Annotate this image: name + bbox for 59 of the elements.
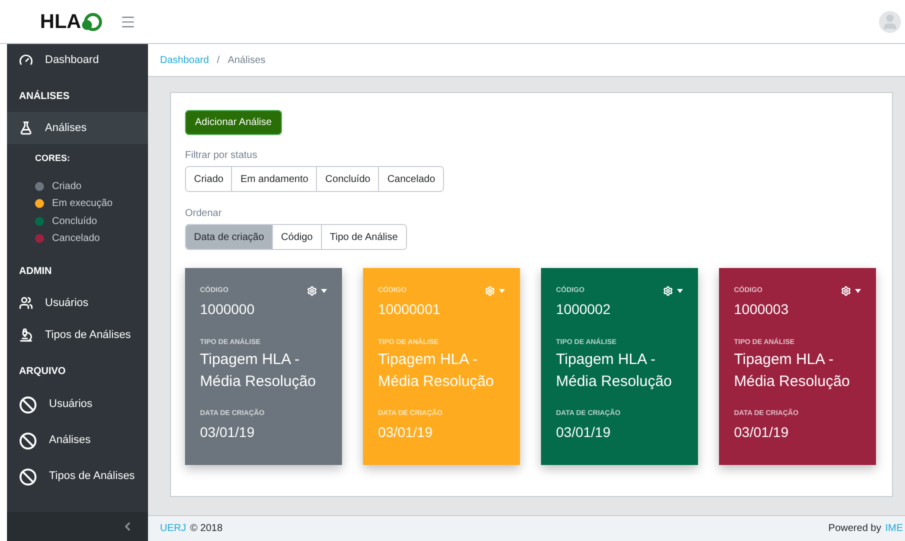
settings-icon <box>663 286 673 296</box>
add-analysis-button[interactable]: Adicionar Análise <box>185 110 282 135</box>
microscope-icon <box>19 328 33 342</box>
caret-icon <box>677 289 683 293</box>
settings-menu-button[interactable] <box>307 286 327 296</box>
breadcrumb-separator: / <box>216 54 220 68</box>
sidebar-item[interactable]: Tipos de Análises <box>7 458 148 494</box>
users-icon <box>19 296 33 310</box>
filter-label: Filtrar por status <box>185 149 258 163</box>
analysis-code: 1000003 <box>734 300 790 318</box>
section-heading: ARQUIVO <box>18 364 67 378</box>
toggle-button[interactable]: Cancelado <box>378 167 444 191</box>
settings-icon <box>841 286 851 296</box>
ban-icon <box>19 396 37 414</box>
section-heading: ADMIN <box>18 264 53 278</box>
section-heading: ANÁLISES <box>18 89 71 104</box>
logo-ring-icon <box>81 12 104 32</box>
flask-icon <box>19 120 33 135</box>
settings-icon <box>485 286 495 296</box>
creation-date: 03/01/19 <box>378 422 434 442</box>
legend-label: Concluído <box>52 214 98 229</box>
toggle-button[interactable]: Tipo de Análise <box>320 225 406 249</box>
menu-icon[interactable] <box>120 14 136 30</box>
sidebar-item[interactable]: Análises <box>7 422 148 458</box>
ban-icon <box>19 468 37 486</box>
avatar-icon[interactable] <box>879 10 901 32</box>
legend-label: Em execução <box>52 197 113 212</box>
powered-by-text: Powered by <box>828 522 882 536</box>
toggle-button[interactable]: Data de criação <box>186 225 272 249</box>
settings-menu-button[interactable] <box>841 286 861 296</box>
legend-title: CORES: <box>35 152 72 165</box>
sort-label: Ordenar <box>185 207 223 221</box>
analysis-type: Tipagem HLA - Média Resolução <box>556 350 673 392</box>
sidebar-item[interactable]: Análises <box>7 112 148 144</box>
analysis-type: Tipagem HLA - Média Resolução <box>378 350 495 392</box>
sidebar-item[interactable]: Usuários <box>7 386 148 422</box>
settings-menu-button[interactable] <box>663 286 683 296</box>
ban-icon <box>19 432 37 450</box>
caret-icon <box>321 289 327 293</box>
analysis-type: Tipagem HLA - Média Resolução <box>200 350 317 392</box>
sidebar-item[interactable]: Usuários <box>7 286 148 319</box>
sidebar-item[interactable]: Dashboard <box>7 44 148 76</box>
creation-date: 03/01/19 <box>200 422 256 442</box>
legend-label: Cancelado <box>52 232 100 246</box>
caret-icon <box>499 289 505 293</box>
caret-icon <box>855 289 861 293</box>
analysis-type: Tipagem HLA - Média Resolução <box>734 350 851 392</box>
analysis-code: 10000001 <box>378 300 442 318</box>
analysis-code: 1000002 <box>556 300 612 318</box>
gauge-icon <box>19 53 33 68</box>
analysis-code: 1000000 <box>200 300 256 318</box>
logo: HLA <box>40 6 104 36</box>
legend-label: Criado <box>52 180 82 194</box>
copyright-text: © 2018 <box>190 522 223 536</box>
sidebar-item[interactable]: Tipos de Análises <box>7 319 148 352</box>
settings-icon <box>307 286 317 296</box>
breadcrumb-current: Análises <box>228 54 266 68</box>
creation-date: 03/01/19 <box>556 422 612 442</box>
creation-date: 03/01/19 <box>734 422 790 442</box>
